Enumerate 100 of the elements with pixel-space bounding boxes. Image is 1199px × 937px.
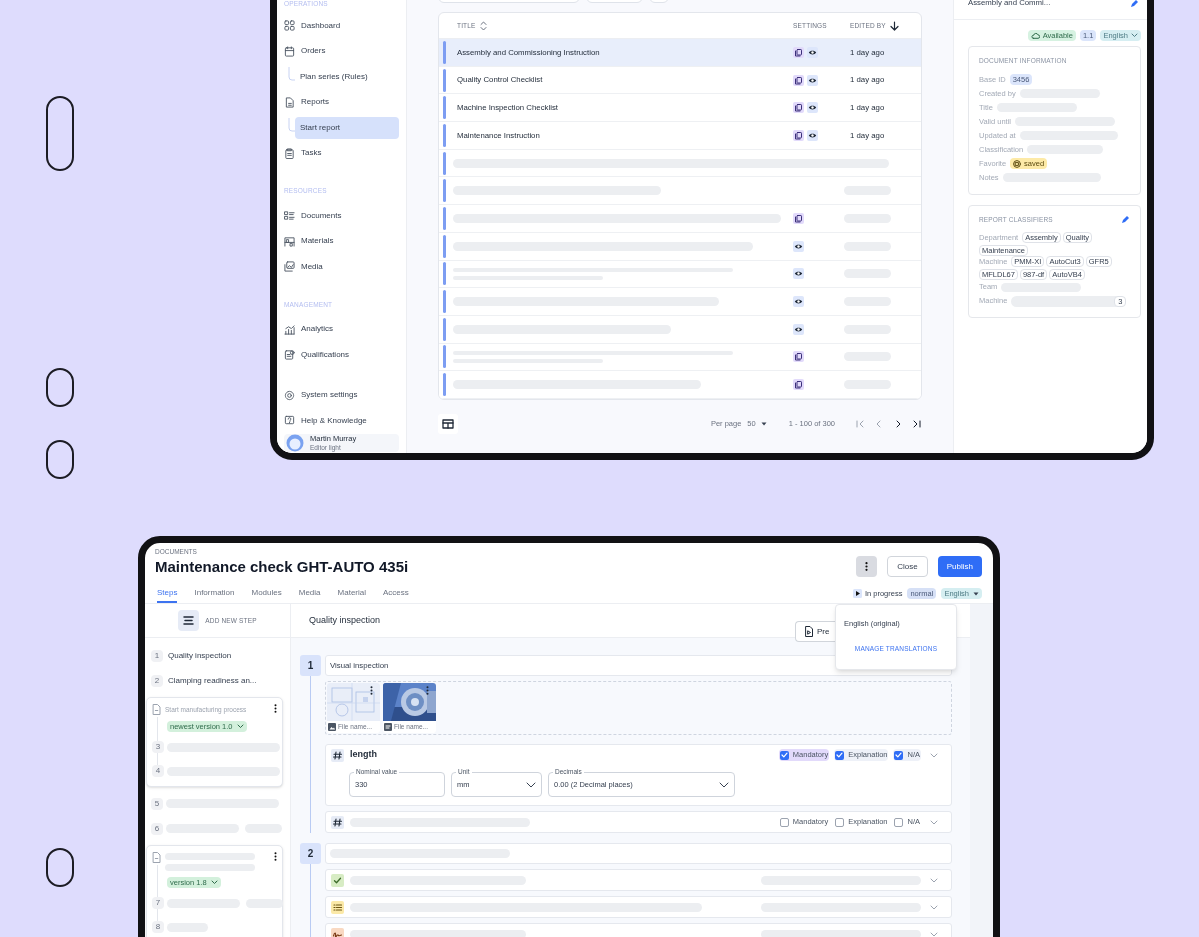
eye-icon[interactable] [807,129,818,141]
eye-icon[interactable] [807,74,818,86]
nav-item[interactable]: Orders [284,38,399,64]
last-page-icon[interactable] [912,418,922,429]
step-number: 3 [152,741,164,753]
list-icon [284,210,295,222]
step-number: 7 [152,897,164,909]
add-step-icon [178,610,200,631]
copy-icon[interactable] [793,351,804,363]
eye-icon[interactable] [793,240,804,252]
document-title: Maintenance check GHT-AUTO 435i [155,557,409,577]
hash-icon [331,815,344,829]
tab[interactable]: Media [298,584,321,603]
step-number: 2 [151,674,163,687]
tab[interactable]: Information [194,584,235,603]
section-title: Quality inspection [309,613,381,627]
table-icon[interactable] [438,413,458,434]
copy-icon[interactable] [793,379,804,391]
nav-item[interactable]: Help & Knowledge [284,408,399,434]
settings-icon [284,389,295,401]
step-item[interactable]: 2 Clamping readiness an... [145,668,290,693]
hash-icon [331,748,344,762]
check-icon [836,752,844,758]
copy-icon[interactable] [793,129,804,141]
grid-icon [284,20,295,32]
file-play-icon [805,626,813,637]
image-icon [328,723,336,731]
nav-item[interactable]: Reports [284,89,399,115]
sort-down-icon[interactable] [889,20,899,31]
pill-outline [46,440,74,479]
cloud-icon [1030,32,1040,39]
tab[interactable]: Access [383,584,409,603]
calendar-icon [284,45,295,57]
nav-item[interactable]: Dashboard [284,13,399,39]
step-item[interactable]: 1 Quality inspection [145,643,290,668]
copy-icon[interactable] [793,102,804,114]
certificate-icon [284,349,295,361]
eye-icon[interactable] [793,323,804,335]
kebab-icon[interactable] [274,704,277,713]
step-number: 2 [300,843,321,864]
kebab-icon [865,562,869,571]
kebab-icon[interactable] [274,852,277,861]
step-number: 8 [152,921,164,933]
more-button[interactable] [856,556,878,577]
eye-icon[interactable] [807,46,818,58]
field-card[interactable] [325,896,952,918]
list-icon [331,900,344,914]
document-icon [152,852,161,863]
check-icon [331,873,344,887]
saved-icon [1013,159,1022,168]
nav-item[interactable]: Media [284,254,399,280]
tab[interactable]: Material [337,584,366,603]
kebab-icon[interactable] [426,686,429,695]
nav-item[interactable]: Tasks [284,140,399,166]
check-icon [780,752,788,758]
nav-item[interactable]: Documents [284,203,399,229]
pill-outline [46,368,74,407]
clipboard-icon [284,147,295,159]
preview-button[interactable]: Pre [795,621,835,642]
check-icon [895,752,903,758]
chevron-down-icon [1131,33,1138,38]
edit-icon[interactable] [1130,0,1139,8]
close-button[interactable]: Close [887,556,928,577]
document-icon [152,704,161,715]
nav-item[interactable]: Materials [284,228,399,254]
copy-icon[interactable] [793,212,804,224]
file-icon [384,723,392,731]
copy-icon[interactable] [793,46,804,58]
document-icon [284,96,295,108]
play-icon[interactable] [852,589,862,598]
caret-icon [760,421,767,426]
step-number: 6 [151,822,163,835]
chevron-down-icon [719,781,729,788]
field-name: length [350,748,377,762]
edit-icon[interactable] [1121,215,1130,225]
field-card[interactable] [325,869,952,891]
step-title-field[interactable] [325,843,952,864]
pill-outline [46,848,74,887]
loading-bar [246,898,283,908]
eye-icon[interactable] [807,102,818,114]
images-icon [284,261,295,273]
nav-item[interactable]: Plan series (Rules) [295,65,399,88]
chevron-down-icon [210,880,218,885]
publish-button[interactable]: Publish [937,556,982,577]
tab[interactable]: Steps [157,584,178,603]
nav-item[interactable]: System settings [284,382,399,408]
signature-icon [331,927,344,937]
copy-icon[interactable] [793,74,804,86]
kebab-icon[interactable] [370,686,373,695]
help-icon [284,415,295,427]
eye-icon[interactable] [793,268,804,280]
eye-icon[interactable] [793,296,804,308]
nav-item[interactable]: Analytics [284,316,399,342]
shelf-icon [284,235,295,247]
avatar-icon [286,433,304,452]
nav-item[interactable]: Start report [295,116,399,139]
tab[interactable]: Modules [251,584,282,603]
chart-icon [284,323,295,335]
step-number: 4 [152,765,164,777]
nav-item[interactable]: Qualifications [284,342,399,368]
